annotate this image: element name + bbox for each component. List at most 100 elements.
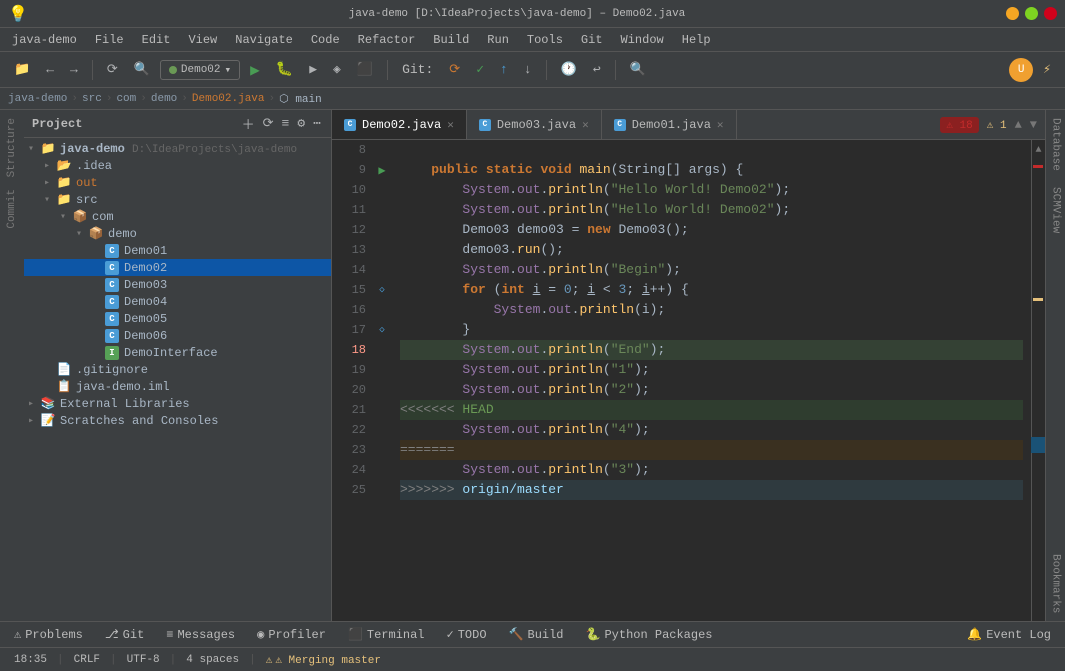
status-line-col[interactable]: 18:35 <box>8 654 53 666</box>
minimize-button[interactable] <box>1006 7 1019 20</box>
git-commit[interactable]: ✓ <box>470 60 490 79</box>
bookmarks-panel-toggle[interactable]: Bookmarks <box>1048 546 1064 621</box>
status-indent[interactable]: 4 spaces <box>180 654 245 666</box>
commit-panel-toggle[interactable]: Commit <box>4 185 20 233</box>
sidebar-sync-icon[interactable]: ⟳ <box>261 114 276 133</box>
code-content[interactable]: public static void main(String[] args) {… <box>392 140 1031 621</box>
tree-item-idea[interactable]: ▸ 📂 .idea <box>24 157 331 174</box>
menu-build[interactable]: Build <box>425 31 477 49</box>
maximize-button[interactable] <box>1025 7 1038 20</box>
build-tab[interactable]: 🔨 Build <box>499 625 574 644</box>
messages-tab[interactable]: ≡ Messages <box>156 626 245 644</box>
tree-item-Demo05[interactable]: ▸ C Demo05 <box>24 310 331 327</box>
menu-tools[interactable]: Tools <box>519 31 571 49</box>
database-panel-toggle[interactable]: Database <box>1048 110 1064 179</box>
run-config-selector[interactable]: Demo02 ▾ <box>160 60 240 80</box>
undo-button[interactable]: ↩ <box>587 60 607 79</box>
event-log-tab[interactable]: 🔔 Event Log <box>957 625 1061 644</box>
sidebar-collapse-icon[interactable]: ≡ <box>280 114 292 133</box>
search-button[interactable]: 🔍 <box>128 60 156 79</box>
code-editor[interactable]: 8 9 10 11 12 13 14 15 16 17 18 19 20 21 … <box>332 140 1045 621</box>
back-button[interactable]: ← <box>40 60 60 79</box>
breadcrumb-method[interactable]: ⬡ main <box>279 92 322 106</box>
tree-item-out[interactable]: ▸ 📁 out <box>24 174 331 191</box>
tree-item-Demo04[interactable]: ▸ C Demo04 <box>24 293 331 310</box>
tree-item-Demo06[interactable]: ▸ C Demo06 <box>24 327 331 344</box>
user-avatar[interactable]: U <box>1009 58 1033 82</box>
git-pull[interactable]: ↓ <box>518 60 538 79</box>
scroll-down-icon[interactable]: ▼ <box>1030 118 1037 132</box>
tab-demo01[interactable]: C Demo01.java ✕ <box>602 110 737 139</box>
tab-demo02[interactable]: C Demo02.java ✕ <box>332 110 467 139</box>
problems-tab[interactable]: ⚠ Problems <box>4 625 93 644</box>
status-line-ending[interactable]: CRLF <box>68 654 106 666</box>
scroll-top-button[interactable]: ▲ <box>1032 140 1045 160</box>
tree-item-java-demo-root[interactable]: ▾ 📁 java-demo D:\IdeaProjects\java-demo <box>24 140 331 157</box>
editor-area: C Demo02.java ✕ C Demo03.java ✕ C Demo01… <box>332 110 1045 621</box>
tab-close-demo02[interactable]: ✕ <box>447 118 454 132</box>
menu-java-demo[interactable]: java-demo <box>4 31 85 49</box>
tree-item-ext-libs[interactable]: ▸ 📚 External Libraries <box>24 395 331 412</box>
menu-edit[interactable]: Edit <box>134 31 179 49</box>
scroll-gutter[interactable] <box>1032 160 1045 621</box>
menu-run[interactable]: Run <box>479 31 517 49</box>
search-everywhere-button[interactable]: 🔍 <box>624 60 652 79</box>
close-button[interactable] <box>1044 7 1057 20</box>
menu-view[interactable]: View <box>180 31 225 49</box>
profiler-tab[interactable]: ◉ Profiler <box>247 625 336 644</box>
sidebar-add-icon[interactable]: ＋ <box>240 112 257 135</box>
debug-button[interactable]: 🐛 <box>270 59 299 80</box>
scratches-icon: 📝 <box>40 413 56 428</box>
tab-close-demo03[interactable]: ✕ <box>582 118 589 132</box>
breadcrumb-src[interactable]: src <box>82 93 102 105</box>
tree-item-Demo03[interactable]: ▸ C Demo03 <box>24 276 331 293</box>
menu-code[interactable]: Code <box>303 31 348 49</box>
indent-value: 4 spaces <box>186 654 239 666</box>
run-with-coverage-button[interactable]: ▶ <box>303 60 323 79</box>
tab-demo03[interactable]: C Demo03.java ✕ <box>467 110 602 139</box>
tree-item-demo[interactable]: ▾ 📦 demo <box>24 225 331 242</box>
error-mark-1 <box>1033 165 1043 168</box>
menu-navigate[interactable]: Navigate <box>227 31 301 49</box>
scmview-panel-toggle[interactable]: SCMView <box>1048 179 1064 241</box>
breadcrumb-file[interactable]: Demo02.java <box>192 93 265 105</box>
structure-panel-toggle[interactable]: Structure <box>4 114 20 181</box>
stop-button[interactable]: ⬛ <box>351 60 379 79</box>
status-git-merge[interactable]: ⚠ ⚠ Merging master <box>260 653 387 667</box>
tree-item-Demo01[interactable]: ▸ C Demo01 <box>24 242 331 259</box>
python-packages-tab[interactable]: 🐍 Python Packages <box>576 625 723 644</box>
run-button[interactable]: ▶ <box>244 58 266 82</box>
git-push[interactable]: ↑ <box>494 60 514 79</box>
git-update[interactable]: ⟳ <box>443 60 466 79</box>
menu-git[interactable]: Git <box>573 31 611 49</box>
tree-item-com[interactable]: ▾ 📦 com <box>24 208 331 225</box>
tree-item-scratches[interactable]: ▸ 📝 Scratches and Consoles <box>24 412 331 429</box>
breadcrumb-project[interactable]: java-demo <box>8 93 67 105</box>
history-button[interactable]: 🕐 <box>555 60 583 79</box>
notifications-button[interactable]: ⚡ <box>1037 60 1057 79</box>
project-icon[interactable]: 📁 <box>8 60 36 79</box>
sidebar-settings-icon[interactable]: ⚙ <box>295 114 307 133</box>
git-tab[interactable]: ⎇ Git <box>95 625 154 644</box>
tab-close-demo01[interactable]: ✕ <box>717 118 724 132</box>
status-charset[interactable]: UTF-8 <box>121 654 166 666</box>
sync-button[interactable]: ⟳ <box>101 60 124 79</box>
todo-tab[interactable]: ✓ TODO <box>437 625 497 644</box>
tree-item-Demo02[interactable]: ▸ C Demo02 <box>24 259 331 276</box>
menu-file[interactable]: File <box>87 31 132 49</box>
menu-window[interactable]: Window <box>613 31 672 49</box>
profile-button[interactable]: ◈ <box>327 60 347 79</box>
terminal-tab[interactable]: ⬛ Terminal <box>338 625 435 644</box>
tree-item-src[interactable]: ▾ 📁 src <box>24 191 331 208</box>
scroll-up-icon[interactable]: ▲ <box>1015 118 1022 132</box>
scroll-thumb[interactable] <box>1031 437 1045 453</box>
breadcrumb-demo[interactable]: demo <box>151 93 177 105</box>
tree-item-DemoInterface[interactable]: ▸ I DemoInterface <box>24 344 331 361</box>
tree-item-iml[interactable]: ▸ 📋 java-demo.iml <box>24 378 331 395</box>
breadcrumb-com[interactable]: com <box>116 93 136 105</box>
forward-button[interactable]: → <box>64 60 84 79</box>
tree-item-gitignore[interactable]: ▸ 📄 .gitignore <box>24 361 331 378</box>
menu-refactor[interactable]: Refactor <box>350 31 424 49</box>
menu-help[interactable]: Help <box>674 31 719 49</box>
sidebar-more-icon[interactable]: ⋯ <box>311 114 323 133</box>
